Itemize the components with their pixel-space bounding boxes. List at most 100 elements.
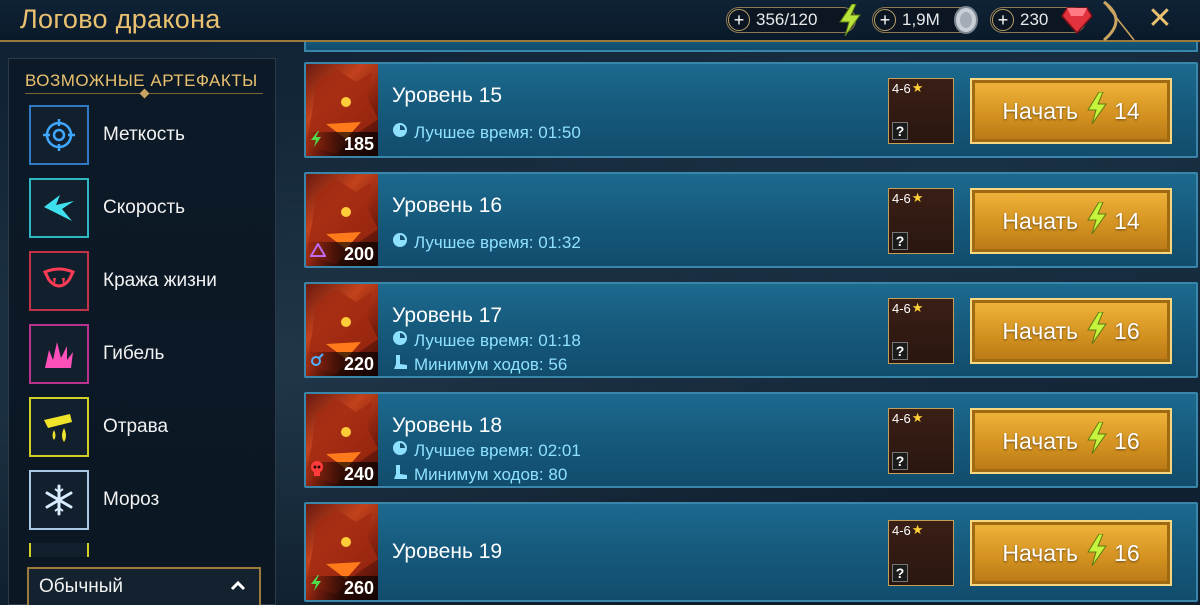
start-button[interactable]: Начать 16 [970,298,1172,364]
lightning-icon [1086,311,1108,350]
energy-counter[interactable]: + 356/120 [726,3,861,37]
level-row-17[interactable]: 220 Уровень 17 Лучшее время: 01:18 Миним… [304,282,1198,378]
reward-range: 4-6 ★ [892,410,924,426]
artifact-label: Скорость [103,197,186,218]
level-name: Уровень 19 [392,540,503,563]
level-row-18[interactable]: 240 Уровень 18 Лучшее время: 02:01 Миним… [304,392,1198,488]
boot-icon [392,354,408,375]
lightning-icon [837,3,863,41]
artifact-label: Гибель [103,343,165,364]
unknown-reward-icon: ? [892,452,908,470]
lightning-icon [1086,533,1108,572]
star-icon: ★ [911,190,924,205]
rarity-filter-dropdown[interactable]: Обычный [27,567,261,605]
top-bar: Логово дракона + 356/120 + 1,9M + 230 ✕ [0,0,1200,42]
reward-range: 4-6 ★ [892,300,924,316]
artifact-set-poison[interactable]: Отрава [29,397,269,457]
reward-chest[interactable]: 4-6 ★ ? [888,408,954,474]
best-time: Лучшее время: 01:50 [392,122,581,143]
energy-cost: 14 [1114,97,1140,124]
gems-value: 230 [1020,10,1049,29]
energy-cost: 16 [1114,539,1140,566]
silver-counter[interactable]: + 1,9M [872,6,978,34]
ruby-icon [1061,6,1093,39]
lightning-icon [1086,91,1108,130]
level-row-16[interactable]: 200 Уровень 16 Лучшее время: 01:32 4-6 ★ … [304,172,1198,268]
energy-cost: 14 [1114,207,1140,234]
unknown-reward-icon: ? [892,564,908,582]
min-turns-label: Минимум ходов: 56 [414,354,568,374]
unknown-reward-icon: ? [892,342,908,360]
lightning-icon [1086,201,1108,240]
reward-range: 4-6 ★ [892,80,924,96]
artifact-set-destroy[interactable]: Гибель [29,324,269,384]
rarity-filter-value: Обычный [39,576,123,597]
reward-chest[interactable]: 4-6 ★ ? [888,298,954,364]
clock-icon [392,330,408,351]
silver-coin-icon [951,5,981,40]
best-time-label: Лучшее время: 02:01 [414,440,581,460]
reward-chest[interactable]: 4-6 ★ ? [888,78,954,144]
artifact-set-lifesteal[interactable]: Кража жизни [29,251,269,311]
unknown-reward-icon: ? [892,122,908,140]
reward-range: 4-6 ★ [892,522,924,538]
crosshair-icon [29,105,89,165]
heading-divider [25,93,263,94]
artifact-label: Мороз [103,489,160,510]
start-button[interactable]: Начать 16 [970,520,1172,586]
poison-drops-icon [29,397,89,457]
green-bolt-icon [310,131,322,152]
level-row-15[interactable]: 185 Уровень 15 Лучшее время: 01:50 4-6 ★ … [304,62,1198,158]
start-button[interactable]: Начать 16 [970,408,1172,474]
lightning-icon [1086,421,1108,460]
artifact-set-accuracy[interactable]: Меткость [29,105,269,165]
level-name: Уровень 16 [392,194,503,217]
best-time: Лучшее время: 02:01 [392,440,581,461]
unknown-reward-icon: ? [892,232,908,250]
min-turns-label: Минимум ходов: 80 [414,464,568,484]
gems-counter[interactable]: + 230 [990,7,1093,35]
clock-icon [392,232,408,253]
add-energy-button[interactable]: + [728,9,750,31]
boot-icon [392,464,408,485]
vampire-fangs-icon [29,251,89,311]
snowflake-icon [29,470,89,530]
level-row-19[interactable]: 260 Уровень 19 4-6 ★ ? Начать 16 [304,502,1198,602]
partial-artifact-icon [29,543,89,557]
destroy-burst-icon [29,324,89,384]
best-time: Лучшее время: 01:18 [392,330,581,351]
star-icon: ★ [911,522,924,537]
energy-value: 356/120 [756,10,818,29]
level-name: Уровень 17 [392,304,503,327]
close-icon[interactable]: ✕ [1146,4,1174,34]
clock-icon [392,440,408,461]
green-bolt-icon [310,575,322,596]
sidebar-heading: ВОЗМОЖНЫЕ АРТЕФАКТЫ [25,71,258,90]
artifact-set-frost[interactable]: Мороз [29,470,269,530]
clock-icon [392,122,408,143]
best-time-label: Лучшее время: 01:32 [414,232,581,252]
min-turns: Минимум ходов: 56 [392,354,567,375]
chevron-up-icon [229,577,247,601]
level-name: Уровень 15 [392,84,503,107]
start-button[interactable]: Начать 14 [970,78,1172,144]
reward-chest[interactable]: 4-6 ★ ? [888,188,954,254]
artifact-set-speed[interactable]: Скорость [29,178,269,238]
swift-bird-icon [29,178,89,238]
add-gems-button[interactable]: + [992,9,1014,31]
silver-value: 1,9M [902,10,940,29]
artifact-label: Кража жизни [103,270,217,291]
red-skull-icon [310,461,324,482]
star-icon: ★ [911,410,924,425]
best-time: Лучшее время: 01:32 [392,232,581,253]
artifact-set-partial[interactable] [29,543,269,557]
min-turns: Минимум ходов: 80 [392,464,567,485]
level-14-remnant [304,42,1198,52]
star-icon: ★ [911,80,924,95]
artifact-label: Меткость [103,124,185,145]
start-button[interactable]: Начать 14 [970,188,1172,254]
bow-ornament-icon [1098,0,1136,42]
purple-triangle-icon [309,242,327,262]
reward-chest[interactable]: 4-6 ★ ? [888,520,954,586]
add-silver-button[interactable]: + [874,9,896,31]
